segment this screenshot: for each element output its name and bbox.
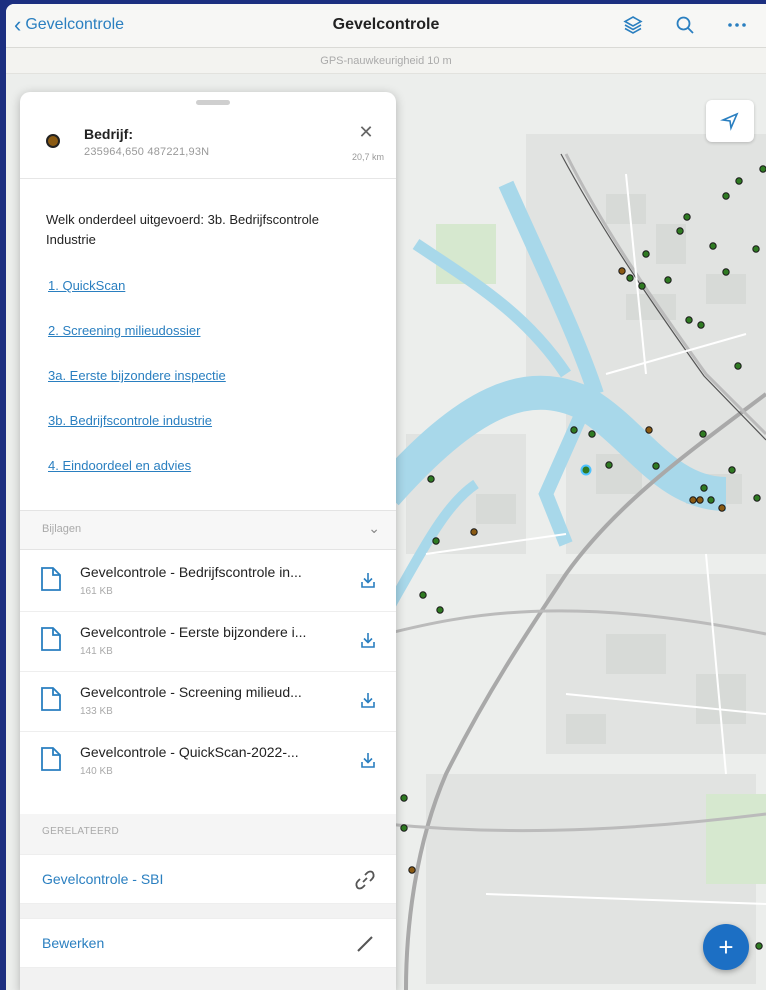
close-button[interactable]: ✕ xyxy=(354,120,378,144)
close-icon: ✕ xyxy=(358,122,374,142)
attachment-item[interactable]: Gevelcontrole - Eerste bijzondere i... 1… xyxy=(20,612,396,672)
attachment-item[interactable]: Gevelcontrole - Screening milieud... 133… xyxy=(20,672,396,732)
attachment-size: 133 KB xyxy=(80,706,113,717)
document-icon xyxy=(41,627,61,651)
gps-accuracy-label: GPS-nauwkeurigheid 10 m xyxy=(6,48,766,74)
section-gap xyxy=(20,968,396,990)
edit-label: Bewerken xyxy=(42,935,105,951)
panel-header: Bedrijf: 235964,650 487221,93N ✕ 20,7 km xyxy=(20,112,396,172)
feature-title: Bedrijf: xyxy=(84,126,133,142)
section-gap xyxy=(20,904,396,918)
link-bedrijfscontrole-industrie[interactable]: 3b. Bedrijfscontrole industrie xyxy=(48,413,212,428)
attachment-name: Gevelcontrole - Screening milieud... xyxy=(80,684,302,700)
locate-me-button[interactable] xyxy=(706,100,754,142)
attachment-size: 141 KB xyxy=(80,646,113,657)
attachment-item[interactable]: Gevelcontrole - Bedrijfscontrole in... 1… xyxy=(20,552,396,612)
pencil-icon xyxy=(357,936,373,952)
link-eerste-bijzondere-inspectie[interactable]: 3a. Eerste bijzondere inspectie xyxy=(48,368,226,383)
drag-handle[interactable] xyxy=(196,100,230,105)
edit-button[interactable]: Bewerken xyxy=(20,918,396,968)
feature-popup-panel: Bedrijf: 235964,650 487221,93N ✕ 20,7 km… xyxy=(20,92,396,990)
download-icon[interactable] xyxy=(358,750,378,770)
document-icon xyxy=(41,567,61,591)
related-item-label: Gevelcontrole - SBI xyxy=(42,871,164,887)
attachment-size: 161 KB xyxy=(80,586,113,597)
toolbar-icons xyxy=(620,12,750,38)
plus-icon: + xyxy=(718,931,734,962)
chevron-down-icon[interactable]: ⌄ xyxy=(368,520,380,537)
link-eindoordeel-en-advies[interactable]: 4. Eindoordeel en advies xyxy=(48,458,191,473)
link-quickscan[interactable]: 1. QuickScan xyxy=(48,278,125,293)
link-icon xyxy=(355,870,375,890)
attachment-size: 140 KB xyxy=(80,766,113,777)
location-arrow-icon xyxy=(720,112,739,131)
related-item-row[interactable]: Gevelcontrole - SBI xyxy=(20,854,396,904)
search-icon[interactable] xyxy=(672,12,698,38)
related-label: GERELATEERD xyxy=(42,826,120,837)
attachment-name: Gevelcontrole - Eerste bijzondere i... xyxy=(80,624,307,640)
attachment-name: Gevelcontrole - Bedrijfscontrole in... xyxy=(80,564,302,580)
divider xyxy=(20,178,396,179)
question-text: Welk onderdeel uitgevoerd: 3b. Bedrijfsc… xyxy=(46,212,319,247)
download-icon[interactable] xyxy=(358,570,378,590)
add-feature-button[interactable]: + xyxy=(703,924,749,970)
layers-icon[interactable] xyxy=(620,12,646,38)
top-navigation-bar: ‹ Gevelcontrole Gevelcontrole xyxy=(6,4,766,48)
app-screen: ‹ Gevelcontrole Gevelcontrole GPS-nauwke… xyxy=(6,4,766,990)
attachment-name: Gevelcontrole - QuickScan-2022-... xyxy=(80,744,299,760)
attachments-section-header[interactable]: Bijlagen ⌄ xyxy=(20,510,396,550)
download-icon[interactable] xyxy=(358,630,378,650)
download-icon[interactable] xyxy=(358,690,378,710)
document-icon xyxy=(41,747,61,771)
attachment-item[interactable]: Gevelcontrole - QuickScan-2022-... 140 K… xyxy=(20,732,396,792)
feature-symbol-icon xyxy=(46,134,60,148)
document-icon xyxy=(41,687,61,711)
feature-distance: 20,7 km xyxy=(351,152,384,162)
feature-coordinates: 235964,650 487221,93N xyxy=(84,146,210,158)
more-icon[interactable] xyxy=(724,12,750,38)
attachments-label: Bijlagen xyxy=(42,523,82,535)
link-screening-milieudossier[interactable]: 2. Screening milieudossier xyxy=(48,323,200,338)
